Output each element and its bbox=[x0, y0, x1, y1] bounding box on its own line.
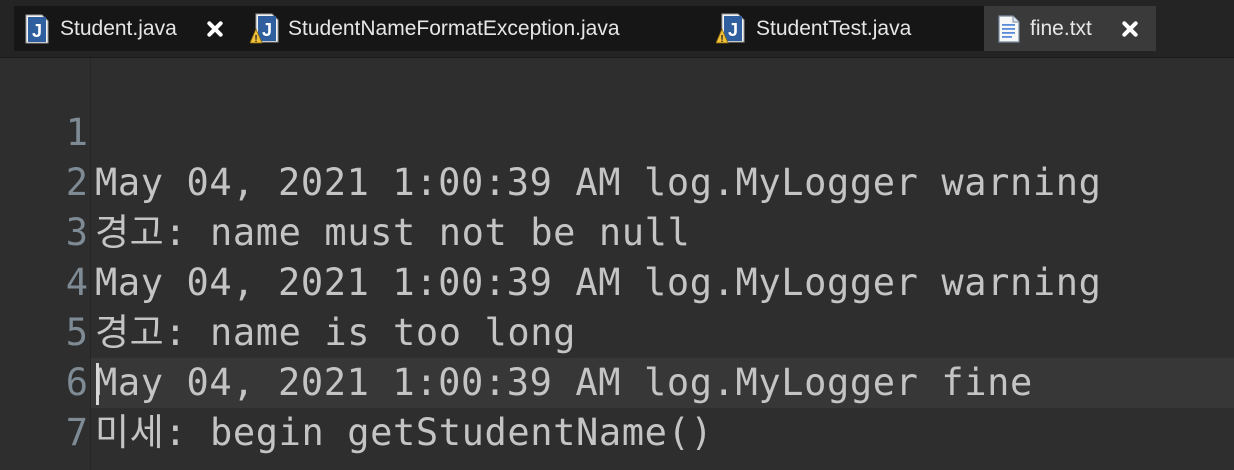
editor-line: 6 미세: begin getStudentName() bbox=[0, 308, 1234, 454]
java-file-warning-icon: J ! bbox=[715, 13, 746, 45]
editor-line: 4 경고: name is too long bbox=[0, 208, 1234, 354]
editor-line: 1 May 04, 2021 1:00:39 AM log.MyLogger w… bbox=[0, 58, 1234, 204]
editor-line: 3 May 04, 2021 1:00:39 AM log.MyLogger w… bbox=[0, 158, 1234, 304]
tab-student-java[interactable]: J Student.java bbox=[14, 6, 242, 51]
svg-text:!: ! bbox=[720, 34, 723, 45]
tab-student-name-format-exception-java[interactable]: J ! StudentNameFormatException.java bbox=[242, 6, 684, 51]
close-icon[interactable] bbox=[1121, 20, 1139, 38]
line-number: 7 bbox=[65, 411, 88, 454]
tab-fine-txt[interactable]: fine.txt bbox=[984, 6, 1156, 51]
text-cursor bbox=[96, 363, 99, 405]
text-editor[interactable]: 1 May 04, 2021 1:00:39 AM log.MyLogger w… bbox=[0, 58, 1234, 470]
tab-student-test-java[interactable]: J ! StudentTest.java bbox=[684, 6, 984, 51]
line-text[interactable]: 미세: begin getStudentName() bbox=[95, 408, 713, 458]
java-file-warning-icon: J ! bbox=[249, 13, 280, 45]
java-file-icon: J bbox=[24, 14, 50, 44]
close-icon[interactable] bbox=[206, 20, 224, 38]
text-file-icon bbox=[998, 14, 1020, 43]
svg-text:J: J bbox=[262, 20, 272, 40]
editor-line: 5 May 04, 2021 1:00:39 AM log.MyLogger f… bbox=[0, 258, 1234, 404]
svg-text:J: J bbox=[728, 20, 738, 40]
editor-line: 2 경고: name must not be null bbox=[0, 108, 1234, 254]
tab-bar: J Student.java J ! StudentNameFormatExce… bbox=[0, 0, 1234, 58]
svg-text:J: J bbox=[32, 21, 42, 41]
editor-window: J Student.java J ! StudentNameFormatExce… bbox=[0, 0, 1234, 470]
svg-text:!: ! bbox=[254, 34, 257, 45]
editor-line: 7 bbox=[0, 358, 1234, 454]
tab-label: StudentTest.java bbox=[756, 16, 912, 40]
tab-label: Student.java bbox=[60, 16, 177, 40]
tab-label: StudentNameFormatException.java bbox=[288, 16, 620, 40]
tab-label: fine.txt bbox=[1030, 16, 1092, 40]
